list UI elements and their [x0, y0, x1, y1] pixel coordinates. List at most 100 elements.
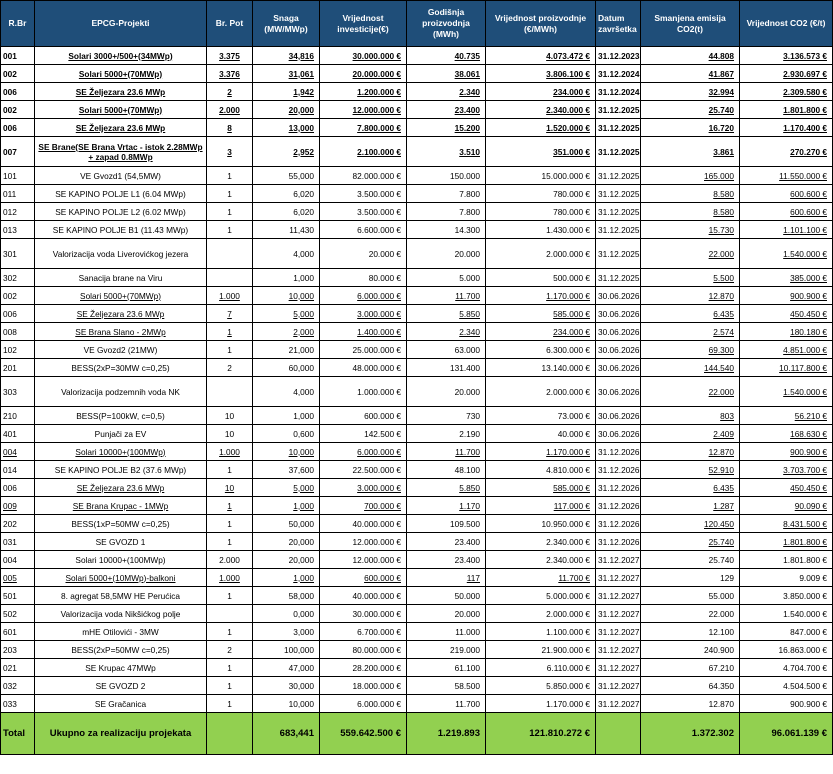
cell-projekt: SE Željezara 23.6 MWp: [34, 118, 207, 137]
table-row: 002 Solari 5000+(70MWp) 2.000 20,000 12.000.…: [0, 100, 833, 119]
total-proizvodnja: 1.219.893: [406, 712, 486, 755]
cell-proizvodnja: 15.200: [406, 118, 486, 137]
cell-proizvodnja: 3.510: [406, 136, 486, 167]
cell-vrijednost: 780.000 €: [485, 184, 596, 203]
cell-emisija: 803: [640, 406, 740, 425]
cell-projekt: Solari 5000+(70MWp): [34, 100, 207, 119]
cell-co2-vrijednost: 2.930.697 €: [739, 64, 833, 83]
cell-projekt: SE Željezara 23.6 MWp: [34, 82, 207, 101]
cell-snaga: 3,000: [252, 622, 320, 641]
cell-datum: 30.06.2026: [595, 406, 641, 425]
cell-investicija: 30.000.000 €: [319, 604, 407, 623]
cell-snaga: 58,000: [252, 586, 320, 605]
cell-rbr: 006: [0, 304, 35, 323]
cell-investicija: 3.000.000 €: [319, 478, 407, 497]
cell-snaga: 47,000: [252, 658, 320, 677]
cell-vrijednost: 500.000 €: [485, 268, 596, 287]
table-header: R.Br EPCG-Projekti Br. Pot Snaga (MW/MWp…: [0, 0, 833, 47]
table-row: 004 Solari 10000+(100MWp) 2.000 20,000 12.00…: [0, 550, 833, 569]
cell-proizvodnja: 730: [406, 406, 486, 425]
cell-rbr: 601: [0, 622, 35, 641]
cell-investicija: 1.200.000 €: [319, 82, 407, 101]
cell-proizvodnja: 150.000: [406, 166, 486, 185]
cell-proizvodnja: 20.000: [406, 376, 486, 407]
cell-snaga: 20,000: [252, 100, 320, 119]
cell-rbr: 032: [0, 676, 35, 695]
cell-vrijednost: 351.000 €: [485, 136, 596, 167]
cell-emisija: 12.870: [640, 442, 740, 461]
cell-rbr: 203: [0, 640, 35, 659]
cell-br-pot: 2.000: [206, 100, 253, 119]
cell-rbr: 301: [0, 238, 35, 269]
cell-emisija: 32.994: [640, 82, 740, 101]
cell-snaga: 1,000: [252, 406, 320, 425]
cell-proizvodnja: 1.170: [406, 496, 486, 515]
cell-datum: 31.12.2025: [595, 118, 641, 137]
cell-rbr: 007: [0, 136, 35, 167]
cell-co2-vrijednost: 270.270 €: [739, 136, 833, 167]
cell-emisija: 240.900: [640, 640, 740, 659]
cell-datum: 31.12.2027: [595, 568, 641, 587]
cell-proizvodnja: 23.400: [406, 550, 486, 569]
cell-investicija: 3.000.000 €: [319, 304, 407, 323]
cell-br-pot: 1: [206, 340, 253, 359]
cell-vrijednost: 15.000.000 €: [485, 166, 596, 185]
cell-co2-vrijednost: 168.630 €: [739, 424, 833, 443]
cell-co2-vrijednost: 3.136.573 €: [739, 46, 833, 65]
cell-datum: 31.12.2023: [595, 46, 641, 65]
cell-datum: 31.12.2025: [595, 238, 641, 269]
cell-vrijednost: 13.140.000 €: [485, 358, 596, 377]
cell-investicija: 1.000.000 €: [319, 376, 407, 407]
header-projekti: EPCG-Projekti: [34, 0, 207, 47]
cell-proizvodnja: 23.400: [406, 100, 486, 119]
cell-rbr: 303: [0, 376, 35, 407]
cell-br-pot: 1.000: [206, 568, 253, 587]
cell-emisija: 22.000: [640, 376, 740, 407]
cell-co2-vrijednost: 10.117.800 €: [739, 358, 833, 377]
cell-rbr: 210: [0, 406, 35, 425]
cell-proizvodnja: 2.340: [406, 82, 486, 101]
cell-snaga: 6,020: [252, 184, 320, 203]
cell-proizvodnja: 2.190: [406, 424, 486, 443]
cell-proizvodnja: 5.850: [406, 478, 486, 497]
cell-projekt: SE Željezara 23.6 MWp: [34, 304, 207, 323]
table-row: 006 SE Željezara 23.6 MWp 2 1,942 1.200.000 …: [0, 82, 833, 101]
cell-br-pot: 3: [206, 136, 253, 167]
table-row: 008 SE Brana Slano - 2MWp 1 2,000 1.400.000 …: [0, 322, 833, 341]
table-row: 021 SE Krupac 47MWp 1 47,000 28.200.000 €61.…: [0, 658, 833, 677]
cell-rbr: 102: [0, 340, 35, 359]
cell-projekt: mHE Otilovići - 3MW: [34, 622, 207, 641]
cell-snaga: 37,600: [252, 460, 320, 479]
cell-snaga: 2,000: [252, 322, 320, 341]
cell-projekt: BESS(P=100kW, c=0,5): [34, 406, 207, 425]
header-emisija: Smanjena emisija CO2(t): [640, 0, 740, 47]
cell-rbr: 009: [0, 496, 35, 515]
cell-vrijednost: 21.900.000 €: [485, 640, 596, 659]
cell-rbr: 008: [0, 322, 35, 341]
cell-proizvodnja: 117: [406, 568, 486, 587]
cell-investicija: 40.000.000 €: [319, 514, 407, 533]
cell-snaga: 20,000: [252, 532, 320, 551]
cell-co2-vrijednost: 56.210 €: [739, 406, 833, 425]
table-row: 006 SE Željezara 23.6 MWp 7 5,000 3.000.000 …: [0, 304, 833, 323]
cell-investicija: 6.000.000 €: [319, 286, 407, 305]
cell-emisija: 25.740: [640, 550, 740, 569]
cell-co2-vrijednost: 1.540.000 €: [739, 376, 833, 407]
cell-emisija: 22.000: [640, 604, 740, 623]
table-row: 303 Valorizacija podzemnih voda NK 4,000 1.…: [0, 376, 833, 407]
total-emisija: 1.372.302: [640, 712, 740, 755]
cell-co2-vrijednost: 1.540.000 €: [739, 238, 833, 269]
cell-co2-vrijednost: 600.600 €: [739, 184, 833, 203]
cell-proizvodnja: 11.700: [406, 694, 486, 713]
cell-rbr: 021: [0, 658, 35, 677]
cell-br-pot: 8: [206, 118, 253, 137]
cell-projekt: VE Gvozd2 (21MW): [34, 340, 207, 359]
cell-br-pot: 1: [206, 184, 253, 203]
total-datum: [595, 712, 641, 755]
cell-emisija: 2.409: [640, 424, 740, 443]
cell-projekt: Sanacija brane na Viru: [34, 268, 207, 287]
table-row: 009 SE Brana Krupac - 1MWp 1 1,000 700.000 €…: [0, 496, 833, 515]
table-row: 011 SE KAPINO POLJE L1 (6.04 MWp) 1 6,020 3.…: [0, 184, 833, 203]
table-row: 032 SE GVOZD 2 1 30,000 18.000.000 €58.500 5.…: [0, 676, 833, 695]
cell-vrijednost: 585.000 €: [485, 478, 596, 497]
